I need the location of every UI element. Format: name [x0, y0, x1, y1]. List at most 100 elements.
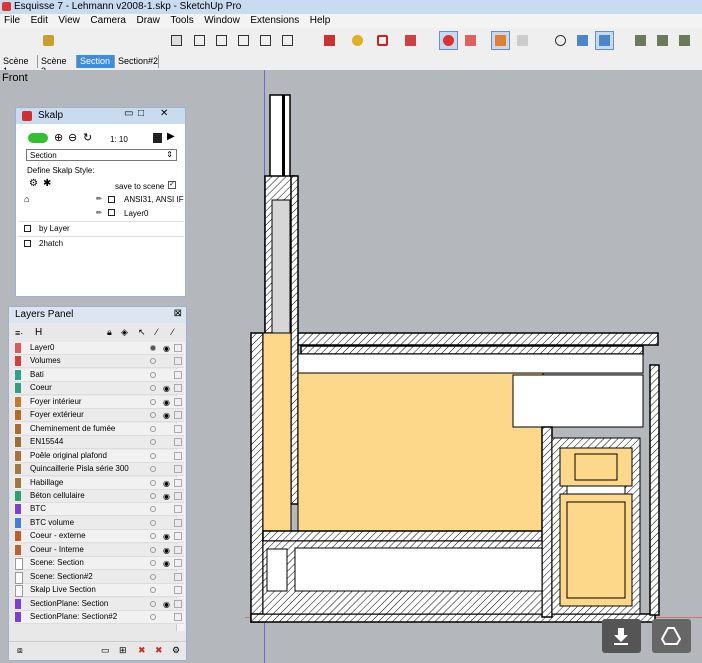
drive-button[interactable] [652, 619, 691, 653]
layer-checkbox[interactable] [174, 478, 182, 487]
skalp-style-by-layer[interactable]: by Layer [39, 224, 70, 233]
visibility-eye-icon[interactable]: ◉ [163, 412, 170, 420]
visibility-eye-icon[interactable]: ◉ [163, 345, 170, 353]
layer-row[interactable]: Béton cellulaire ◉ [14, 489, 184, 503]
layer-color-swatch[interactable] [15, 612, 21, 622]
layer-color-swatch[interactable] [15, 477, 21, 488]
close-icon[interactable]: ✕ [160, 108, 168, 119]
active-layer-radio[interactable] [150, 492, 156, 499]
layer-color-swatch[interactable] [15, 369, 21, 380]
style-gear-icon[interactable]: ✱ [43, 178, 51, 189]
layer-row[interactable]: SectionPlane: Section ◉ [14, 597, 184, 611]
layer-row[interactable]: Foyer extérieur ◉ [14, 409, 184, 423]
pan-button[interactable] [573, 31, 592, 50]
top-view-button[interactable] [190, 31, 209, 50]
layer-checkbox[interactable] [174, 397, 182, 406]
component-2-button[interactable] [653, 31, 672, 50]
layer-checkbox[interactable] [174, 384, 182, 393]
layer-checkbox[interactable] [174, 370, 182, 379]
skalp-style-2hatch[interactable]: 2hatch [39, 239, 63, 248]
layer-row[interactable]: Poêle original plafond [14, 449, 184, 463]
layer-row[interactable]: Foyer intérieur ◉ [14, 395, 184, 409]
active-layer-radio[interactable] [150, 466, 156, 473]
refresh-icon[interactable]: ↻ [83, 131, 92, 144]
layer-color-swatch[interactable] [15, 410, 21, 421]
layer-checkbox[interactable] [174, 505, 182, 514]
layer-row[interactable]: Cheminement de fumée [14, 422, 184, 436]
save-to-scene-checkbox[interactable]: ✓ [168, 181, 176, 189]
settings-icon[interactable]: ⚙ [172, 645, 180, 656]
active-layer-radio[interactable] [150, 452, 156, 459]
layer-color-swatch[interactable] [15, 383, 21, 394]
dimension-button[interactable] [401, 31, 420, 50]
active-layer-radio[interactable] [150, 587, 156, 594]
layer-row[interactable]: BTC [14, 503, 184, 517]
tab-scene-1[interactable]: Scène 1 [0, 55, 38, 76]
layer-color-swatch[interactable] [15, 464, 21, 475]
layer-color-swatch[interactable] [15, 598, 21, 609]
layer-color-swatch[interactable] [15, 343, 21, 353]
layer-row[interactable]: SectionPlane: Section#2 [14, 611, 184, 624]
component-3-button[interactable] [675, 31, 694, 50]
layer-row[interactable]: Layer0 ◉ [14, 342, 184, 355]
visibility-eye-icon[interactable]: ◉ [163, 492, 170, 500]
layer-color-swatch[interactable] [15, 423, 21, 434]
layer-checkbox[interactable] [174, 451, 182, 460]
layer-checkbox[interactable] [174, 411, 182, 420]
download-button[interactable] [602, 619, 641, 653]
layer-color-swatch[interactable] [15, 450, 21, 461]
front-view-button[interactable] [212, 31, 231, 50]
layer-row[interactable]: Scene: Section ◉ [14, 557, 184, 571]
layer-checkbox[interactable] [174, 545, 182, 554]
layer-row[interactable]: Volumes [14, 355, 184, 369]
layer-checkbox[interactable] [174, 572, 182, 581]
layer-color-swatch[interactable] [15, 571, 23, 584]
layer-row[interactable]: Coeur - externe ◉ [14, 530, 184, 544]
left-view-button[interactable] [278, 31, 297, 50]
layer-checkbox[interactable] [174, 424, 182, 433]
menu-edit[interactable]: Edit [27, 14, 48, 26]
orbit-button[interactable] [551, 31, 570, 50]
display-section-cuts-button[interactable] [461, 31, 480, 50]
layers-button[interactable] [491, 31, 510, 50]
layer-color-swatch[interactable] [15, 544, 21, 555]
active-layer-radio[interactable] [150, 479, 156, 486]
close-icon[interactable]: ⊠ [174, 308, 182, 319]
display-section-planes-button[interactable] [439, 31, 458, 50]
axes-button[interactable] [373, 31, 392, 50]
remove-icon[interactable]: ⊖ [68, 131, 77, 144]
add-icon[interactable]: ⊕ [54, 131, 63, 144]
layer-checkbox[interactable] [174, 465, 182, 474]
back-view-button[interactable] [256, 31, 275, 50]
maximize-icon[interactable]: □ [138, 108, 144, 119]
layer-checkbox[interactable] [174, 599, 182, 608]
right-view-button[interactable] [234, 31, 253, 50]
style-settings-icon[interactable]: ⚙ [29, 178, 38, 189]
layer-color-swatch[interactable] [15, 531, 21, 542]
visibility-eye-icon[interactable]: ◉ [163, 600, 170, 608]
visibility-eye-icon[interactable]: ◉ [163, 479, 170, 487]
menu-help[interactable]: Help [306, 14, 331, 26]
layer-checkbox[interactable] [174, 586, 182, 595]
layer-color-swatch[interactable] [15, 585, 23, 598]
menu-file[interactable]: File [0, 14, 20, 26]
visibility-eye-icon[interactable]: ◉ [163, 398, 170, 406]
layers-stack-button[interactable] [513, 31, 532, 50]
tab-section-2[interactable]: Section#2 [115, 55, 159, 68]
pencil-icon[interactable]: ✏ [96, 195, 102, 203]
iso-view-button[interactable] [167, 31, 186, 50]
layer-row[interactable]: EN15544 [14, 436, 184, 450]
active-layer-radio[interactable] [150, 600, 156, 607]
layer-color-swatch[interactable] [15, 504, 21, 515]
active-layer-radio[interactable] [150, 519, 156, 526]
layer-row[interactable]: Habillage ◉ [14, 476, 184, 490]
section-select[interactable]: Section ⇕ [26, 149, 177, 161]
layer-color-swatch[interactable] [15, 437, 21, 448]
visibility-eye-icon[interactable]: ◉ [163, 385, 170, 393]
visibility-eye-icon[interactable]: ◉ [163, 560, 170, 568]
layer-row[interactable]: Coeur ◉ [14, 382, 184, 396]
pencil-icon[interactable]: ✏ [96, 209, 102, 217]
layer-color-swatch[interactable] [15, 517, 21, 528]
active-layer-radio[interactable] [150, 573, 156, 580]
layer-color-swatch[interactable] [15, 558, 23, 571]
